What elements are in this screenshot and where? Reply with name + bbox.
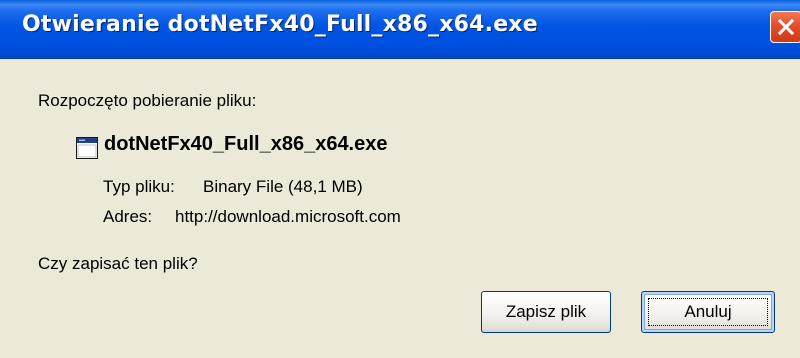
close-icon — [777, 18, 795, 36]
file-type-value: Binary File (48,1 MB) — [203, 177, 363, 196]
file-name: dotNetFx40_Full_x86_x64.exe — [104, 133, 388, 155]
file-type-label: Typ pliku: — [103, 177, 175, 196]
title-bar[interactable]: Otwieranie dotNetFx40_Full_x86_x64.exe — [0, 0, 800, 59]
file-address-label: Adres: — [103, 207, 153, 226]
download-intro-text: Rozpoczęto pobieranie pliku: — [38, 91, 257, 110]
save-file-button-label: Zapisz plik — [505, 302, 587, 321]
save-file-dialog: Otwieranie dotNetFx40_Full_x86_x64.exe R… — [0, 0, 800, 358]
cancel-button-label: Anuluj — [684, 302, 732, 321]
file-address-value: http://download.microsoft.com — [175, 207, 401, 226]
cancel-button[interactable]: Anuluj — [641, 291, 775, 333]
save-file-button[interactable]: Zapisz plik — [481, 291, 611, 333]
application-window-icon — [76, 137, 98, 159]
dialog-title: Otwieranie dotNetFx40_Full_x86_x64.exe — [22, 12, 538, 37]
save-question-text: Czy zapisać ten plik? — [38, 254, 198, 273]
close-button[interactable] — [770, 11, 800, 43]
